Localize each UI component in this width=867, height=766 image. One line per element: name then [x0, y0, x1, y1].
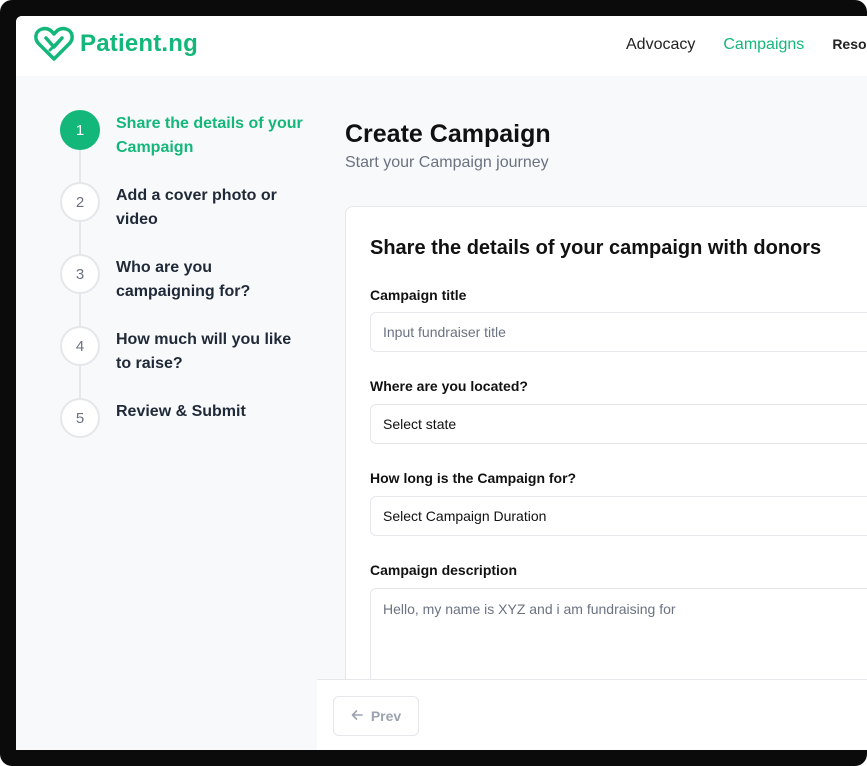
device-frame: Patient.ng Advocacy Campaigns Resou 1 Sh…: [0, 0, 867, 766]
description-label: Campaign description: [370, 562, 518, 578]
step-label: Add a cover photo or video: [116, 187, 277, 228]
step-label: Share the details of your Campaign: [116, 115, 303, 156]
app-screen: Patient.ng Advocacy Campaigns Resou 1 Sh…: [16, 16, 867, 750]
prev-button[interactable]: Prev: [333, 696, 419, 736]
step-number: 2: [60, 182, 100, 222]
duration-label: How long is the Campaign for?: [370, 470, 577, 486]
page-title: Create Campaign: [345, 120, 551, 148]
location-label: Where are you located?: [370, 378, 528, 394]
nav-link-campaigns[interactable]: Campaigns: [723, 36, 804, 54]
step-connector: [79, 366, 81, 398]
step-4[interactable]: 4 How much will you like to raise?: [60, 326, 320, 398]
duration-select[interactable]: Select Campaign Duration: [370, 496, 867, 536]
state-select[interactable]: Select state: [370, 404, 867, 444]
form-footer: Prev: [317, 679, 867, 750]
nav-link-resources[interactable]: Resou: [832, 36, 867, 54]
step-connector: [79, 222, 81, 254]
main-nav: Advocacy Campaigns Resou: [626, 36, 867, 54]
step-number: 3: [60, 254, 100, 294]
step-2[interactable]: 2 Add a cover photo or video: [60, 182, 320, 254]
step-1[interactable]: 1 Share the details of your Campaign: [60, 110, 320, 182]
state-select-value: Select state: [383, 416, 457, 432]
description-placeholder: Hello, my name is XYZ and i am fundraisi…: [383, 601, 676, 617]
step-connector: [79, 150, 81, 182]
campaign-title-input[interactable]: Input fundraiser title: [370, 312, 867, 352]
campaign-title-label: Campaign title: [370, 287, 467, 303]
campaign-title-placeholder: Input fundraiser title: [383, 324, 506, 340]
step-label: Review & Submit: [116, 403, 246, 420]
step-label: Who are you campaigning for?: [116, 259, 251, 300]
heart-logo-icon: [34, 26, 74, 62]
campaign-steps: 1 Share the details of your Campaign 2 A…: [60, 110, 320, 470]
step-number: 1: [60, 110, 100, 150]
step-number: 5: [60, 398, 100, 438]
step-label: How much will you like to raise?: [116, 331, 292, 372]
step-number: 4: [60, 326, 100, 366]
step-3[interactable]: 3 Who are you campaigning for?: [60, 254, 320, 326]
top-navigation: Patient.ng Advocacy Campaigns Resou: [16, 16, 867, 76]
arrow-left-icon: [351, 708, 363, 725]
duration-select-value: Select Campaign Duration: [383, 508, 547, 524]
prev-button-label: Prev: [370, 708, 402, 724]
brand-logo[interactable]: Patient.ng: [34, 26, 198, 62]
form-heading: Share the details of your campaign with …: [370, 237, 822, 259]
nav-link-advocacy[interactable]: Advocacy: [626, 36, 695, 54]
step-connector: [79, 294, 81, 326]
page-subtitle: Start your Campaign journey: [345, 154, 549, 171]
campaign-details-form: Share the details of your campaign with …: [345, 206, 867, 706]
step-5[interactable]: 5 Review & Submit: [60, 398, 320, 470]
brand-name: Patient.ng: [80, 30, 199, 57]
